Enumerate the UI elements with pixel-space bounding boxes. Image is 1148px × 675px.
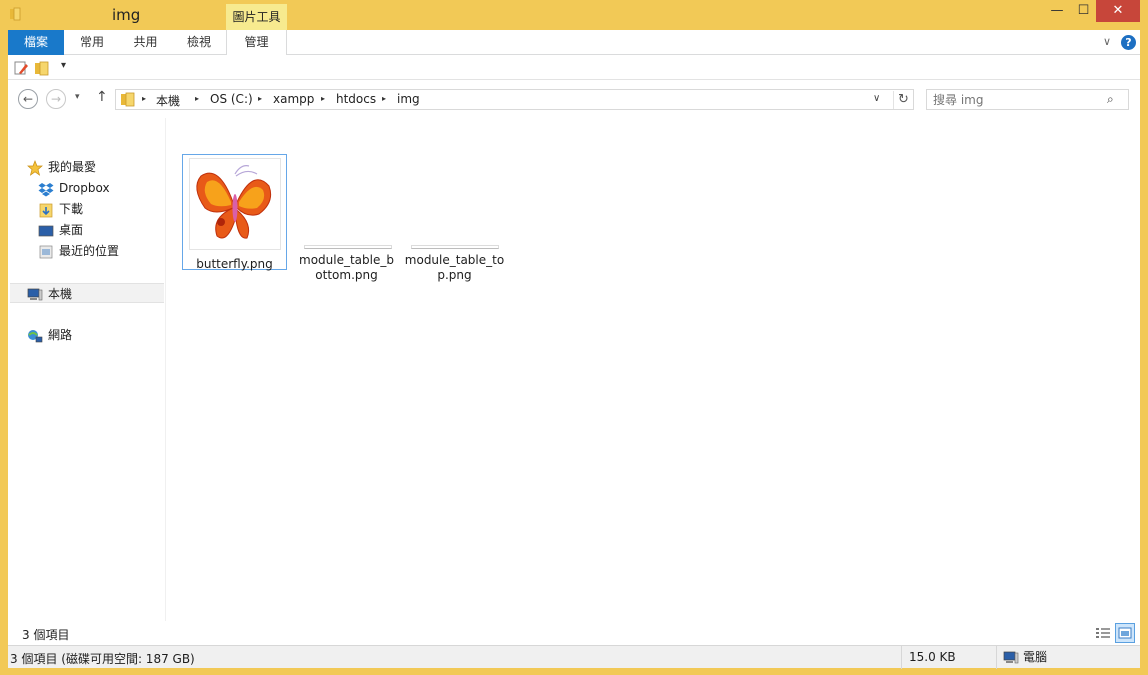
nav-item-label: 最近的位置	[59, 244, 120, 258]
breadcrumb-img[interactable]: img	[397, 92, 420, 106]
breadcrumb-htdocs[interactable]: htdocs	[336, 92, 376, 106]
customize-toolbar-icon[interactable]: ▾	[61, 60, 66, 71]
file-item-module-table-top[interactable]: module_table_top.png	[402, 154, 507, 283]
nav-item-downloads[interactable]: 下載	[38, 199, 83, 219]
contextual-tab-picture-tools: 圖片工具	[226, 4, 287, 30]
computer-icon	[1003, 651, 1019, 663]
nav-item-label: Dropbox	[59, 181, 110, 195]
computer-icon	[27, 288, 43, 300]
tab-file[interactable]: 檔案	[8, 30, 64, 55]
folder-icon	[10, 7, 21, 21]
breadcrumb-separator[interactable]: ▸	[195, 94, 199, 103]
thin-image-preview	[410, 245, 499, 249]
file-item-module-table-bottom[interactable]: module_table_bottom.png	[294, 154, 399, 283]
properties-icon[interactable]	[13, 60, 29, 76]
search-icon[interactable]: ⌕	[1107, 92, 1114, 107]
large-icons-view-button[interactable]	[1115, 623, 1135, 643]
file-name: butterfly.png	[196, 257, 273, 271]
dropbox-icon	[38, 182, 54, 196]
ribbon-tabs: 檔案 常用 共用 檢視 管理 ∨ ?	[8, 30, 1140, 55]
breadcrumb-separator[interactable]: ▸	[258, 94, 262, 103]
breadcrumb-this-pc[interactable]: 本機	[156, 92, 180, 109]
file-list[interactable]: butterfly.png module_table_bottom.png mo…	[168, 118, 1140, 621]
refresh-icon[interactable]: ↻	[893, 91, 913, 109]
window-title: img	[112, 6, 141, 24]
network-icon	[28, 329, 43, 342]
large-icons-view-icon	[1118, 627, 1132, 639]
maximize-button[interactable]: ☐	[1071, 0, 1096, 22]
tab-share[interactable]: 共用	[119, 30, 172, 55]
recent-locations-icon[interactable]: ▾	[75, 92, 80, 102]
butterfly-thumbnail	[188, 158, 281, 250]
nav-item-recent-places[interactable]: 最近的位置	[38, 241, 119, 261]
status-bar-items: 3 個項目	[8, 621, 1140, 645]
back-button[interactable]: ←	[18, 89, 38, 109]
window-client: 檔案 常用 共用 檢視 管理 ∨ ? ▾ ← → ▾ ↑ ▸ 本機 ▸ OS (…	[8, 30, 1140, 669]
chevron-down-icon[interactable]: ∨	[1100, 35, 1114, 49]
downloads-icon	[39, 203, 53, 217]
status-bar-details: 3 個項目 (磁碟可用空間: 187 GB) 15.0 KB 電腦	[8, 645, 1140, 669]
recent-places-icon	[39, 245, 53, 258]
file-item-butterfly[interactable]: butterfly.png	[182, 154, 287, 271]
nav-item-label: 網路	[48, 328, 73, 342]
file-size: 15.0 KB	[901, 646, 996, 669]
address-history-icon[interactable]: ∨	[873, 93, 880, 104]
file-name: module_table_bottom.png	[299, 253, 394, 282]
nav-item-dropbox[interactable]: Dropbox	[38, 178, 110, 198]
selection-info: 3 個項目 (磁碟可用空間: 187 GB)	[10, 652, 195, 666]
thumbnail	[301, 157, 393, 249]
desktop-icon	[38, 225, 54, 236]
search-input[interactable]	[933, 91, 1103, 108]
breadcrumb-separator[interactable]: ▸	[142, 94, 146, 103]
item-count: 3 個項目	[22, 628, 70, 642]
tab-view[interactable]: 檢視	[172, 30, 226, 55]
nav-item-label: 下載	[59, 202, 84, 216]
breadcrumb-drive-c[interactable]: OS (C:)	[210, 92, 253, 106]
thin-image-preview	[303, 245, 392, 249]
details-view-icon[interactable]	[1095, 625, 1111, 641]
search-box[interactable]: ⌕	[926, 89, 1129, 110]
file-name: module_table_top.png	[404, 253, 505, 282]
breadcrumb-separator[interactable]: ▸	[321, 94, 325, 103]
nav-item-favorites[interactable]: 我的最愛	[27, 157, 96, 177]
title-bar[interactable]: img 圖片工具 — ☐ ✕	[0, 0, 1148, 30]
navigation-bar: ← → ▾ ↑ ▸ 本機 ▸ OS (C:) ▸ xampp ▸ htdocs …	[8, 80, 1140, 118]
new-folder-icon[interactable]	[34, 60, 50, 76]
breadcrumb-separator[interactable]: ▸	[382, 94, 386, 103]
location-label: 電腦	[1023, 650, 1048, 664]
nav-item-label: 本機	[48, 287, 73, 301]
star-icon	[27, 159, 43, 176]
minimize-button[interactable]: —	[1043, 0, 1071, 22]
nav-item-label: 桌面	[59, 223, 84, 237]
navigation-pane: 我的最愛 Dropbox 下載 桌面 最近的位置 本機 網路	[8, 118, 166, 621]
address-bar[interactable]: ▸ 本機 ▸ OS (C:) ▸ xampp ▸ htdocs ▸ img ∨ …	[115, 89, 914, 110]
folder-icon	[121, 92, 135, 107]
tab-manage[interactable]: 管理	[226, 30, 287, 55]
nav-item-network[interactable]: 網路	[27, 325, 72, 345]
quick-access-toolbar: ▾	[8, 55, 1140, 80]
explorer-window: img 圖片工具 — ☐ ✕ 檔案 常用 共用 檢視 管理 ∨ ? ▾ ← → …	[0, 0, 1148, 675]
nav-item-this-pc[interactable]: 本機	[10, 283, 164, 303]
location-info: 電腦	[996, 646, 1140, 669]
nav-item-label: 我的最愛	[48, 160, 97, 174]
up-button[interactable]: ↑	[96, 89, 108, 105]
forward-button[interactable]: →	[46, 89, 66, 109]
breadcrumb-xampp[interactable]: xampp	[273, 92, 314, 106]
nav-item-desktop[interactable]: 桌面	[38, 220, 83, 240]
tab-home[interactable]: 常用	[65, 30, 119, 55]
help-icon[interactable]: ?	[1121, 35, 1136, 50]
thumbnail	[409, 157, 501, 249]
close-button[interactable]: ✕	[1096, 0, 1140, 22]
